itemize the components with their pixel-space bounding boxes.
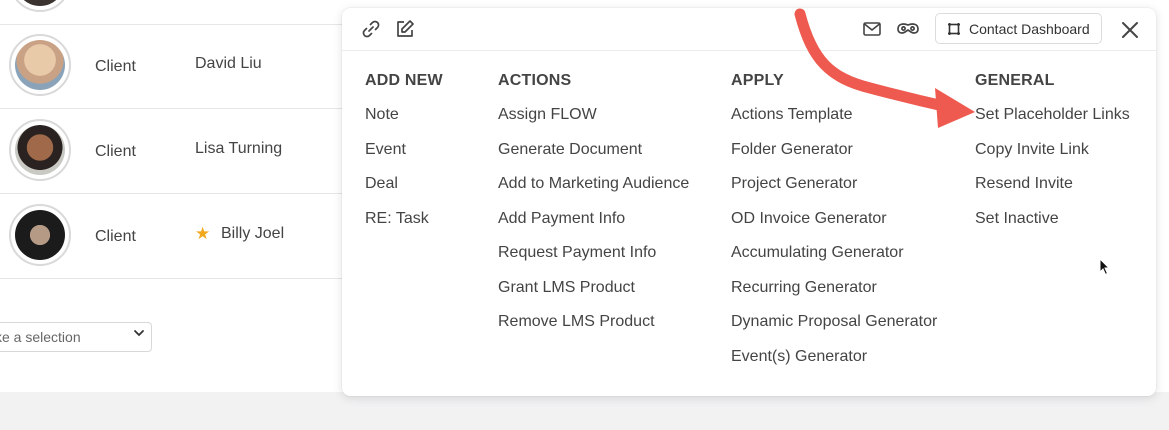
menu-item-request-payment-info[interactable]: Request Payment Info [498,244,689,279]
menu-item-accumulating-generator[interactable]: Accumulating Generator [731,244,937,279]
general-column: GENERAL Set Placeholder Links Copy Invit… [975,72,1130,244]
link-icon[interactable] [360,18,382,45]
selection-dropdown[interactable]: ke a selection [0,322,152,352]
menu-item-note[interactable]: Note [365,106,443,141]
menu-item-actions-template[interactable]: Actions Template [731,106,937,141]
general-heading: GENERAL [975,72,1055,89]
selection-dropdown-value: ke a selection [0,329,81,345]
avatar [9,34,71,96]
menu-item-re-task[interactable]: RE: Task [365,210,443,245]
menu-item-events-generator[interactable]: Event(s) Generator [731,348,937,383]
contact-dashboard-button[interactable]: Contact Dashboard [935,13,1102,44]
menu-item-od-invoice-generator[interactable]: OD Invoice Generator [731,210,937,245]
contact-name[interactable]: David Liu [195,55,262,73]
chevron-down-icon [133,327,145,342]
actions-heading: ACTIONS [498,72,572,89]
edit-icon[interactable] [394,18,416,45]
menu-item-grant-lms-product[interactable]: Grant LMS Product [498,279,689,314]
panel-toolbar: Contact Dashboard [342,8,1156,51]
menu-item-add-to-marketing-audience[interactable]: Add to Marketing Audience [498,175,689,210]
menu-item-set-inactive[interactable]: Set Inactive [975,210,1130,245]
mail-icon[interactable] [862,19,882,44]
contact-dashboard-label: Contact Dashboard [969,21,1090,37]
contact-type: Client [95,228,136,245]
menu-item-resend-invite[interactable]: Resend Invite [975,175,1130,210]
menu-item-dynamic-proposal-generator[interactable]: Dynamic Proposal Generator [731,313,937,348]
avatar [9,119,71,181]
add-new-heading: ADD NEW [365,72,443,89]
avatar [9,204,71,266]
menu-item-generate-document[interactable]: Generate Document [498,141,689,176]
avatar [9,0,71,12]
contact-type: Client [95,143,136,160]
menu-item-assign-flow[interactable]: Assign FLOW [498,106,689,141]
menu-item-folder-generator[interactable]: Folder Generator [731,141,937,176]
close-icon[interactable] [1120,20,1140,45]
dashboard-icon [947,22,961,41]
menu-item-copy-invite-link[interactable]: Copy Invite Link [975,141,1130,176]
actions-panel: Contact Dashboard ADD NEW Note Event Dea… [342,8,1156,396]
actions-column: ACTIONS Assign FLOW Generate Document Ad… [498,72,689,348]
star-icon: ★ [195,224,211,243]
portal-mask-icon[interactable] [896,19,920,44]
menu-item-recurring-generator[interactable]: Recurring Generator [731,279,937,314]
apply-heading: APPLY [731,72,784,89]
menu-item-add-payment-info[interactable]: Add Payment Info [498,210,689,245]
menu-item-event[interactable]: Event [365,141,443,176]
contact-type: Client [95,58,136,75]
mouse-cursor-icon [1099,257,1111,281]
menu-item-deal[interactable]: Deal [365,175,443,210]
menu-item-remove-lms-product[interactable]: Remove LMS Product [498,313,689,348]
contact-name[interactable]: Lisa Turning [195,140,282,158]
menu-item-set-placeholder-links[interactable]: Set Placeholder Links [975,106,1130,141]
add-new-column: ADD NEW Note Event Deal RE: Task [365,72,443,244]
contact-name[interactable]: Billy Joel [221,225,284,243]
menu-item-project-generator[interactable]: Project Generator [731,175,937,210]
apply-column: APPLY Actions Template Folder Generator … [731,72,937,382]
